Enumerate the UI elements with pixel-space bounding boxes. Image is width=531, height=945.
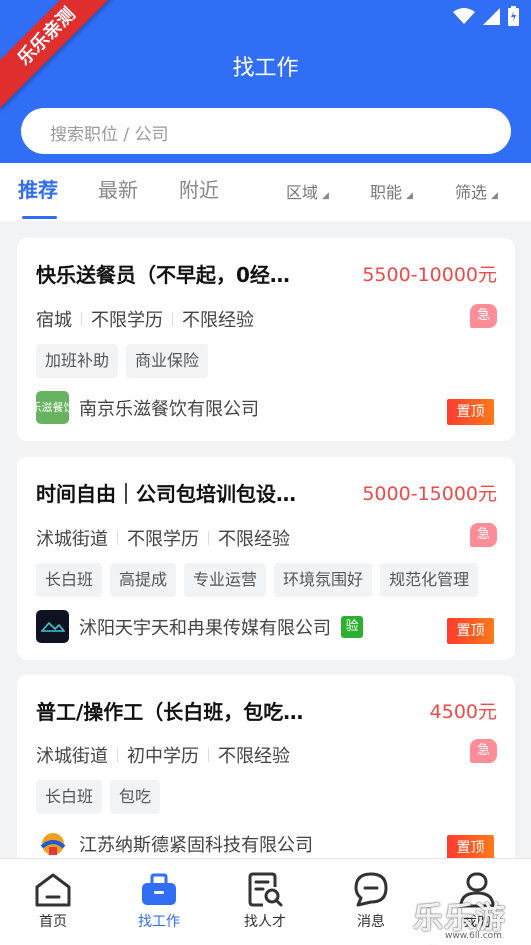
nav-messages-label: 消息	[357, 914, 385, 930]
watermark-url: www.6ll.com	[445, 931, 502, 941]
nav-find-job-label: 找工作	[138, 914, 180, 930]
benefit-tag: 包吃	[110, 780, 161, 814]
search-placeholder: 搜索职位 / 公司	[50, 125, 169, 145]
benefit-tag: 专业运营	[184, 563, 267, 597]
pinned-badge: 置顶	[447, 399, 494, 425]
job-salary: 5000-15000元	[362, 483, 497, 505]
filter-more-label: 筛选	[455, 183, 488, 202]
benefit-tag: 长白班	[36, 563, 103, 597]
job-card[interactable]: 快乐送餐员（不早起，0经… 5500-10000元 宿城 不限学历 不限经验 急…	[17, 238, 515, 441]
search-input[interactable]: 搜索职位 / 公司	[21, 108, 511, 154]
job-title: 快乐送餐员（不早起，0经…	[36, 263, 290, 287]
caret-down-icon: ◢	[491, 191, 498, 201]
company-logo	[36, 827, 69, 860]
job-experience: 不限经验	[182, 310, 254, 331]
filter-area[interactable]: 区域 ◢	[286, 179, 329, 203]
wifi-icon	[453, 8, 475, 24]
benefit-tag: 规范化管理	[380, 563, 479, 597]
nav-find-talent-label: 找人才	[244, 914, 286, 930]
company-name: 沭阳天宇天和冉果传媒有限公司	[79, 617, 331, 639]
pinned-badge: 置顶	[447, 618, 494, 644]
job-experience: 不限经验	[218, 529, 290, 550]
benefit-tag: 高提成	[110, 563, 177, 597]
active-tab-indicator	[22, 216, 57, 219]
job-education: 不限学历	[127, 529, 199, 550]
page-title: 找工作	[232, 56, 299, 81]
benefit-tag: 长白班	[36, 780, 103, 814]
job-card[interactable]: 时间自由｜公司包培训包设… 5000-15000元 沭城街道 不限学历 不限经验…	[17, 457, 515, 660]
company-name: 南京乐滋餐饮有限公司	[79, 398, 259, 420]
company-info[interactable]: 江苏纳斯德紧固科技有限公司	[36, 827, 313, 860]
nav-messages[interactable]: 消息	[318, 859, 424, 945]
company-info[interactable]: 乐滋餐饮 南京乐滋餐饮有限公司	[31, 391, 259, 424]
filter-function[interactable]: 职能 ◢	[370, 179, 413, 203]
filter-area-label: 区域	[286, 183, 319, 202]
signal-icon	[483, 7, 500, 25]
job-location: 沭城街道	[36, 529, 108, 550]
job-education: 不限学历	[91, 310, 163, 331]
message-icon	[354, 872, 388, 907]
tab-nearby[interactable]: 附近	[179, 174, 219, 203]
verified-badge: 验	[341, 615, 363, 638]
company-logo	[36, 610, 69, 643]
tab-recommend[interactable]: 推荐	[18, 174, 58, 203]
nav-find-job[interactable]: 找工作	[106, 859, 212, 945]
job-location: 宿城	[36, 310, 72, 331]
nav-home-label: 首页	[39, 914, 67, 930]
job-title: 时间自由｜公司包培训包设…	[36, 482, 296, 506]
job-education: 初中学历	[127, 746, 199, 767]
benefit-tag: 加班补助	[36, 344, 119, 378]
job-salary: 4500元	[429, 701, 497, 723]
home-icon	[35, 873, 71, 907]
caret-down-icon: ◢	[322, 191, 329, 201]
job-salary: 5500-10000元	[362, 264, 497, 286]
company-name: 江苏纳斯德紧固科技有限公司	[79, 834, 313, 856]
urgent-badge: 急	[470, 304, 497, 328]
briefcase-icon	[142, 873, 176, 905]
job-requirements: 沭城街道 不限学历 不限经验	[36, 525, 290, 551]
company-logo: 乐滋餐饮	[31, 391, 75, 424]
job-title: 普工/操作工（长白班，包吃…	[36, 700, 304, 724]
caret-down-icon: ◢	[406, 191, 413, 201]
job-location: 沭城街道	[36, 746, 108, 767]
resume-search-icon	[248, 872, 283, 907]
filter-function-label: 职能	[370, 183, 403, 202]
benefit-tags: 加班补助 商业保险	[36, 344, 209, 378]
job-experience: 不限经验	[218, 746, 290, 767]
nav-home[interactable]: 首页	[0, 859, 106, 945]
nav-find-talent[interactable]: 找人才	[212, 859, 318, 945]
benefit-tags: 长白班 高提成 专业运营 环境氛围好 规范化管理	[36, 563, 479, 597]
urgent-badge: 急	[470, 739, 497, 763]
job-card[interactable]: 普工/操作工（长白班，包吃… 4500元 沭城街道 初中学历 不限经验 急 长白…	[17, 675, 515, 885]
battery-icon	[508, 6, 519, 26]
status-bar	[453, 6, 519, 26]
job-requirements: 沭城街道 初中学历 不限经验	[36, 742, 290, 768]
filter-more[interactable]: 筛选 ◢	[455, 179, 498, 203]
benefit-tag: 环境氛围好	[274, 563, 373, 597]
tab-latest[interactable]: 最新	[98, 174, 138, 203]
benefit-tags: 长白班 包吃	[36, 780, 161, 814]
urgent-badge: 急	[470, 523, 497, 547]
benefit-tag: 商业保险	[126, 344, 209, 378]
media-logo-icon	[40, 621, 65, 632]
company-info[interactable]: 沭阳天宇天和冉果传媒有限公司 验	[36, 610, 363, 643]
fastener-logo-icon	[40, 832, 65, 855]
job-requirements: 宿城 不限学历 不限经验	[36, 306, 254, 332]
tab-bar: 推荐 最新 附近 区域 ◢ 职能 ◢ 筛选 ◢	[0, 163, 531, 221]
